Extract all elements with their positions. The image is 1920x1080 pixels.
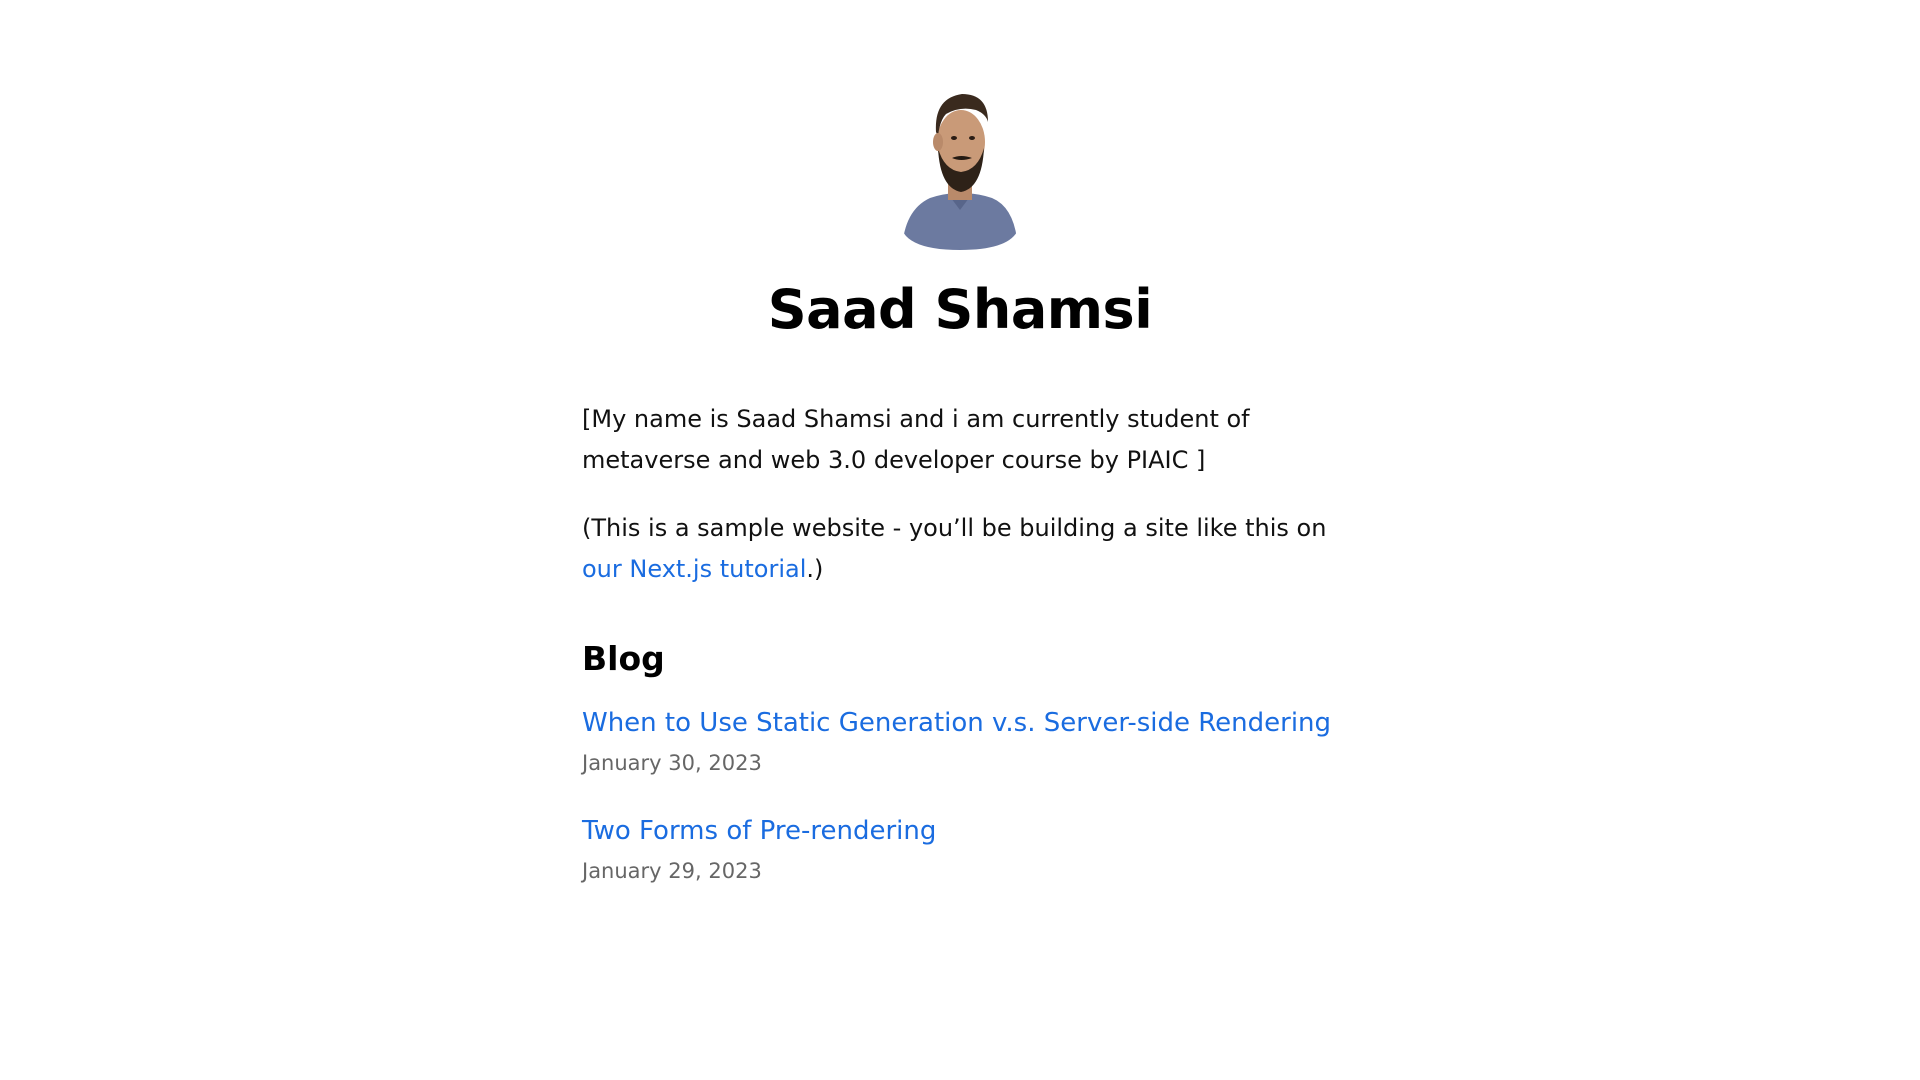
tutorial-note-prefix: (This is a sample website - you’ll be bu…	[582, 513, 1327, 542]
blog-section: Blog When to Use Static Generation v.s. …	[582, 638, 1338, 891]
bio-text: [My name is Saad Shamsi and i am current…	[582, 404, 1250, 474]
blog-post-link[interactable]: When to Use Static Generation v.s. Serve…	[582, 703, 1338, 743]
blog-heading: Blog	[582, 638, 665, 678]
tutorial-link[interactable]: our Next.js tutorial	[582, 555, 806, 583]
blog-post-link[interactable]: Two Forms of Pre-rendering	[582, 811, 1338, 851]
blog-post-list: When to Use Static Generation v.s. Serve…	[582, 703, 1338, 891]
page-container: Saad Shamsi [My name is Saad Shamsi and …	[582, 0, 1338, 919]
blog-post-date: January 29, 2023	[582, 858, 762, 883]
tutorial-note: (This is a sample website - you’ll be bu…	[582, 508, 1338, 590]
intro-section: [My name is Saad Shamsi and i am current…	[582, 399, 1338, 590]
tutorial-note-suffix: .)	[806, 554, 824, 583]
blog-post-item: Two Forms of Pre-rendering January 29, 2…	[582, 811, 1338, 891]
profile-header: Saad Shamsi	[582, 0, 1338, 343]
blog-post-item: When to Use Static Generation v.s. Serve…	[582, 703, 1338, 783]
blog-post-date: January 30, 2023	[582, 750, 762, 775]
page-title: Saad Shamsi	[767, 278, 1153, 341]
avatar	[902, 94, 1018, 250]
